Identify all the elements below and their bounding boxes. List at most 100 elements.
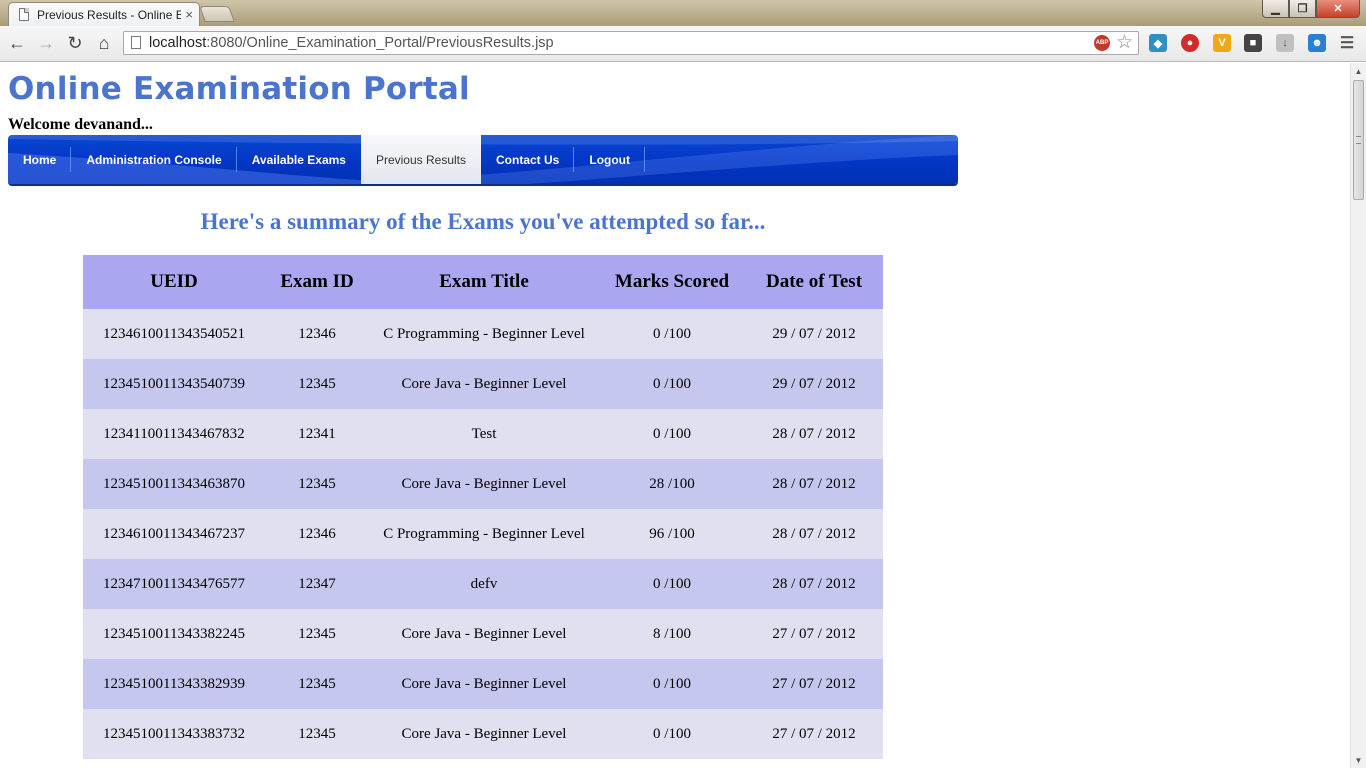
header-ueid: UEID — [83, 255, 265, 309]
scroll-down-arrow-icon[interactable]: ▼ — [1351, 752, 1366, 768]
cell-exam-id: 12345 — [265, 709, 369, 759]
new-tab-button[interactable] — [199, 6, 235, 22]
cell-marks-scored: 0 /100 — [599, 659, 745, 709]
address-bar[interactable]: localhost:8080/Online_Examination_Portal… — [123, 31, 1139, 55]
cell-exam-id: 12341 — [265, 409, 369, 459]
main-navigation: Home Administration Console Available Ex… — [8, 135, 958, 184]
cell-exam-title: Core Java - Beginner Level — [369, 659, 599, 709]
browser-tab[interactable]: Previous Results - Online E × — [8, 2, 200, 26]
adblock-icon[interactable]: ABP — [1094, 35, 1110, 51]
cell-exam-id: 12345 — [265, 659, 369, 709]
summary-heading: Here's a summary of the Exams you've att… — [200, 209, 766, 234]
cell-ueid: 1234610011343467237 — [83, 509, 265, 559]
table-header-row: UEID Exam ID Exam Title Marks Scored Dat… — [83, 255, 883, 309]
cell-date-of-test: 27 / 07 / 2012 — [745, 659, 883, 709]
browser-toolbar: ← → ↻ ⌂ localhost:8080/Online_Examinatio… — [0, 26, 1366, 62]
table-row: 1234110011343467832 12341 Test 0 /100 28 / 0… — [83, 409, 883, 459]
cell-exam-title: Core Java - Beginner Level — [369, 359, 599, 409]
extension-stop-icon[interactable]: ● — [1181, 34, 1199, 52]
cell-date-of-test: 29 / 07 / 2012 — [745, 359, 883, 409]
table-row: 1234510011343463870 12345 Core Java - Begi… — [83, 459, 883, 509]
cell-date-of-test: 28 / 07 / 2012 — [745, 559, 883, 609]
extension-evernote-icon[interactable]: ■ — [1244, 34, 1262, 52]
cell-marks-scored: 0 /100 — [599, 359, 745, 409]
cell-exam-id: 12346 — [265, 509, 369, 559]
header-marks-scored: Marks Scored — [599, 255, 745, 309]
close-window-button[interactable]: ✕ — [1316, 0, 1360, 18]
url-host: localhost — [149, 35, 207, 51]
url-path: :8080/Online_Examination_Portal/Previous… — [206, 35, 554, 51]
cell-ueid: 1234610011343540521 — [83, 309, 265, 359]
results-table: UEID Exam ID Exam Title Marks Scored Dat… — [83, 255, 883, 759]
extension-people-icon[interactable]: ☻ — [1308, 34, 1326, 52]
table-row: 1234510011343383732 12345 Core Java - Begi… — [83, 709, 883, 759]
cell-date-of-test: 27 / 07 / 2012 — [745, 709, 883, 759]
page-icon — [131, 36, 141, 49]
table-row: 1234610011343467237 12346 C Programming - … — [83, 509, 883, 559]
cell-marks-scored: 96 /100 — [599, 509, 745, 559]
cell-exam-id: 12346 — [265, 309, 369, 359]
table-row: 1234510011343382939 12345 Core Java - Begi… — [83, 659, 883, 709]
extension-v-icon[interactable]: V — [1213, 34, 1231, 52]
cell-exam-title: defv — [369, 559, 599, 609]
nav-available-exams[interactable]: Available Exams — [237, 135, 361, 184]
extension-shield-icon[interactable]: ◆ — [1149, 34, 1167, 52]
nav-previous-results[interactable]: Previous Results — [360, 135, 482, 184]
cell-exam-title: C Programming - Beginner Level — [369, 309, 599, 359]
header-exam-title: Exam Title — [369, 255, 599, 309]
page-icon — [19, 8, 29, 21]
nav-home[interactable]: Home — [8, 135, 72, 184]
nav-logout[interactable]: Logout — [574, 135, 645, 184]
cell-date-of-test: 29 / 07 / 2012 — [745, 309, 883, 359]
cell-exam-title: Core Java - Beginner Level — [369, 709, 599, 759]
scroll-thumb[interactable] — [1353, 80, 1364, 200]
cell-marks-scored: 0 /100 — [599, 559, 745, 609]
forward-arrow-icon[interactable]: → — [35, 32, 57, 54]
cell-ueid: 1234710011343476577 — [83, 559, 265, 609]
cell-ueid: 1234110011343467832 — [83, 409, 265, 459]
window-controls: ▁ ❐ ✕ — [1262, 0, 1360, 18]
tab-close-icon[interactable]: × — [185, 7, 193, 22]
extension-download-icon[interactable]: ↓ — [1276, 34, 1294, 52]
cell-marks-scored: 0 /100 — [599, 709, 745, 759]
cell-exam-id: 12345 — [265, 609, 369, 659]
cell-exam-id: 12345 — [265, 459, 369, 509]
bookmark-star-icon[interactable]: ☆ — [1116, 32, 1133, 54]
minimize-button[interactable]: ▁ — [1262, 0, 1289, 18]
cell-ueid: 1234510011343382939 — [83, 659, 265, 709]
table-row: 1234610011343540521 12346 C Programming - … — [83, 309, 883, 359]
window-titlebar: Previous Results - Online E × ▁ ❐ ✕ — [0, 0, 1366, 26]
header-date-of-test: Date of Test — [745, 255, 883, 309]
page-scrollbar[interactable]: ▲ ▼ — [1350, 63, 1366, 768]
page-viewport: Online Examination Portal Welcome devana… — [0, 63, 1350, 768]
cell-ueid: 1234510011343540739 — [83, 359, 265, 409]
scroll-up-arrow-icon[interactable]: ▲ — [1351, 63, 1366, 79]
home-icon[interactable]: ⌂ — [93, 32, 115, 54]
back-arrow-icon[interactable]: ← — [6, 32, 28, 54]
table-row: 1234510011343382245 12345 Core Java - Begi… — [83, 609, 883, 659]
cell-exam-title: Test — [369, 409, 599, 459]
nav-contact-us[interactable]: Contact Us — [481, 135, 575, 184]
cell-exam-title: C Programming - Beginner Level — [369, 509, 599, 559]
cell-ueid: 1234510011343463870 — [83, 459, 265, 509]
cell-date-of-test: 28 / 07 / 2012 — [745, 459, 883, 509]
nav-administration-console[interactable]: Administration Console — [71, 135, 238, 184]
header-exam-id: Exam ID — [265, 255, 369, 309]
cell-marks-scored: 28 /100 — [599, 459, 745, 509]
cell-exam-title: Core Java - Beginner Level — [369, 459, 599, 509]
tab-title: Previous Results - Online E — [37, 7, 182, 22]
cell-date-of-test: 28 / 07 / 2012 — [745, 409, 883, 459]
reload-icon[interactable]: ↻ — [64, 32, 86, 54]
table-row: 1234510011343540739 12345 Core Java - Begi… — [83, 359, 883, 409]
cell-marks-scored: 8 /100 — [599, 609, 745, 659]
cell-marks-scored: 0 /100 — [599, 409, 745, 459]
cell-exam-id: 12345 — [265, 359, 369, 409]
cell-exam-title: Core Java - Beginner Level — [369, 609, 599, 659]
site-title: Online Examination Portal — [8, 71, 470, 107]
cell-date-of-test: 27 / 07 / 2012 — [745, 609, 883, 659]
menu-icon[interactable]: ☰ — [1338, 34, 1356, 52]
results-table-body: 1234610011343540521 12346 C Programming - … — [83, 309, 883, 759]
cell-ueid: 1234510011343383732 — [83, 709, 265, 759]
maximize-button[interactable]: ❐ — [1289, 0, 1316, 18]
welcome-message: Welcome devanand... — [8, 116, 153, 133]
